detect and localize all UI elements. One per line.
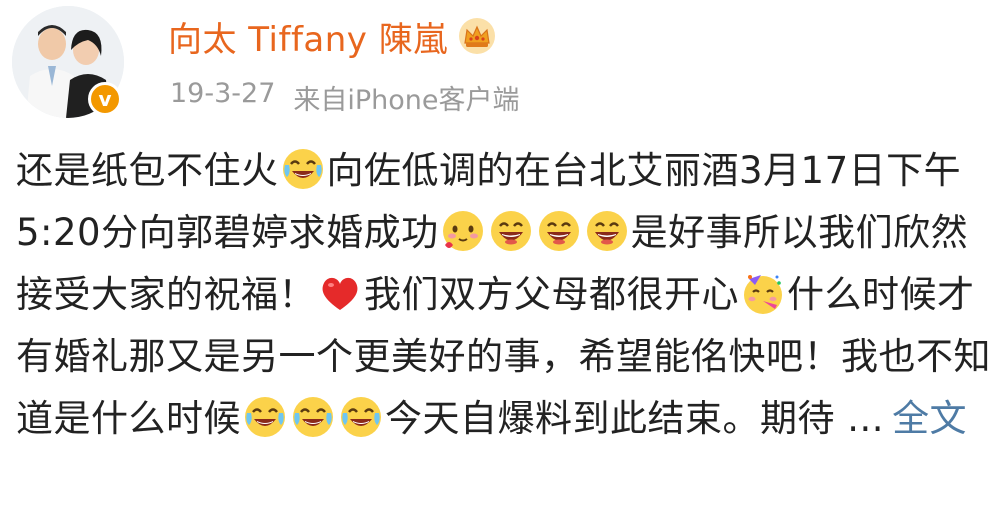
post-text-seg6: 今天自爆料到此结束。期待 [385,397,835,440]
crown-icon [458,18,495,54]
laugh-cry-emoji-icon [341,397,381,437]
blush-emoji-icon [442,211,483,251]
verified-badge-icon: v [88,82,122,116]
post-text-seg4: 我们双方父母都很开心 [364,273,739,316]
grin-emoji-icon [586,211,627,251]
post-meta: 19-3-27 来自iPhone客户端 [170,78,520,117]
read-full-link[interactable]: 全文 [892,397,967,440]
heart-emoji-icon [322,277,358,310]
grin-emoji-icon [490,211,531,251]
post-text-seg1: 还是纸包不住火 [16,149,279,192]
post-source: 来自iPhone客户端 [293,85,520,116]
avatar[interactable]: v [12,6,124,118]
laugh-cry-emoji-icon [282,149,323,189]
laugh-cry-emoji-icon [245,397,285,437]
post-text: 还是纸包不住火 向佐低调的在台北艾丽酒3月17日下午5:20分向郭碧婷求婚成功 [16,140,991,450]
post-date: 19-3-27 [170,78,276,109]
party-emoji-icon [744,275,782,314]
grin-emoji-icon [538,211,579,251]
username-row: 向太 Tiffany 陳嵐 [168,12,496,61]
truncation-ellipsis: ... [847,397,885,440]
weibo-post-card: v 向太 Tiffany 陳嵐 19-3-27 来自iPhone客户端 还是纸包… [0,0,998,515]
laugh-cry-emoji-icon [293,397,333,437]
username[interactable]: 向太 Tiffany 陳嵐 [168,12,448,61]
